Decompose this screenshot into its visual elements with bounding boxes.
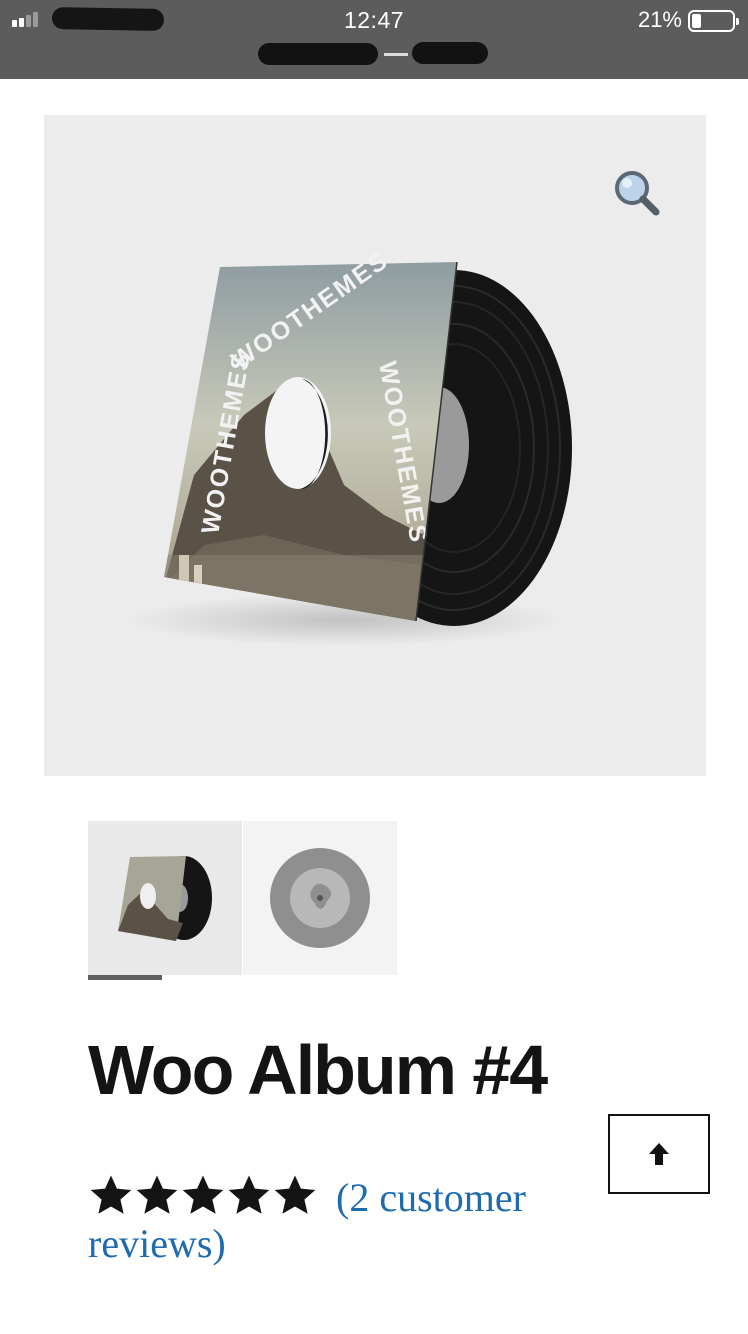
star-icon: [274, 1175, 316, 1214]
star-icon: [90, 1175, 132, 1214]
star-icon: [228, 1175, 270, 1214]
product-main-image[interactable]: WOOTHEMES WOOTHEMES WOOTHEMES: [44, 115, 706, 776]
star-icon: [182, 1175, 224, 1214]
magnifier-icon[interactable]: [612, 168, 662, 218]
product-title: Woo Album #4: [88, 1031, 548, 1109]
reviews-link[interactable]: (2 customer: [336, 1176, 526, 1220]
reviews-link-continued[interactable]: reviews): [88, 1222, 226, 1266]
arrow-up-icon: [649, 1143, 669, 1165]
url-redacted: [258, 42, 488, 66]
status-time: 12:47: [343, 7, 405, 33]
status-bar: 12:47 21%: [0, 0, 748, 79]
album-sleeve-thumb[interactable]: [88, 821, 242, 975]
product-rating: (2 customer reviews): [88, 1172, 648, 1266]
battery-percent: 21%: [637, 7, 682, 32]
vinyl-label-thumb[interactable]: [243, 821, 397, 975]
star-rating: [88, 1172, 318, 1218]
active-thumb-indicator: [88, 975, 162, 980]
star-icon: [136, 1175, 178, 1214]
battery-icon: [688, 10, 739, 32]
vinyl-record-image: WOOTHEMES WOOTHEMES WOOTHEMES: [124, 246, 572, 646]
